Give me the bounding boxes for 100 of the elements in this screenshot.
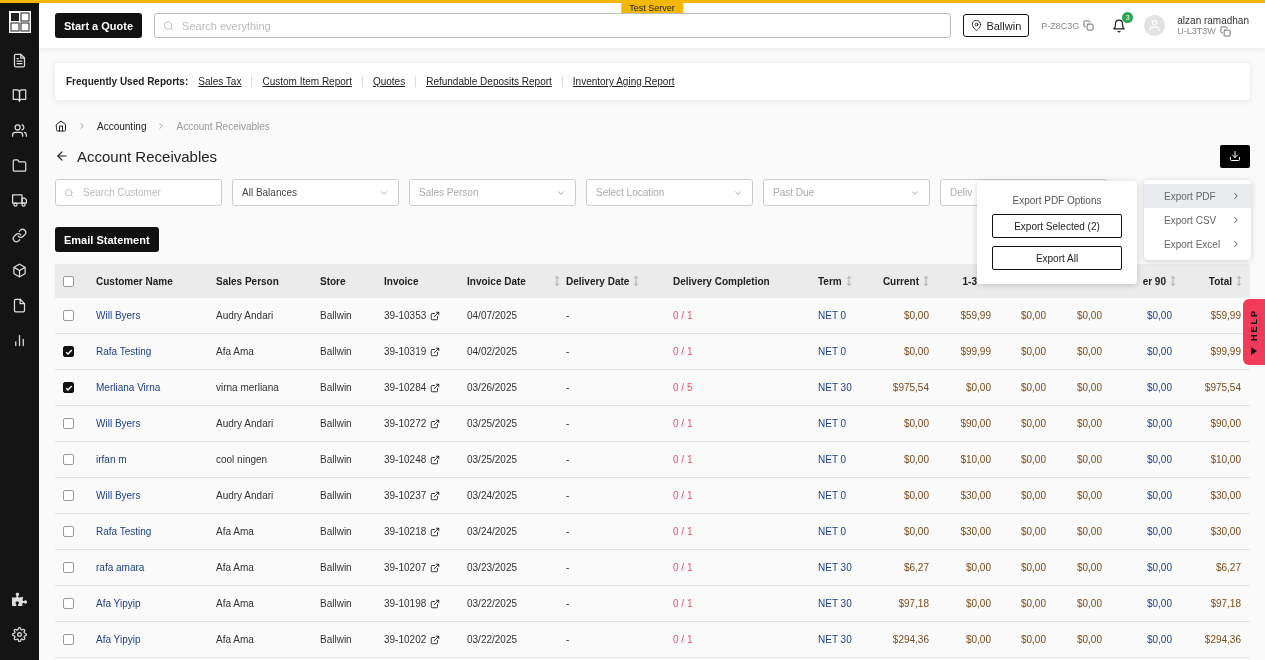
customer-link[interactable]: Will Byers xyxy=(96,418,141,429)
box-icon[interactable] xyxy=(12,263,27,278)
export-menu-item[interactable]: Export Excel xyxy=(1144,232,1251,256)
checkbox[interactable] xyxy=(63,454,74,465)
delivery-completion: 0 / 1 xyxy=(673,562,693,573)
puzzle-icon[interactable] xyxy=(12,592,27,607)
report-link[interactable]: Refundable Deposits Report xyxy=(426,76,563,87)
amount: $0,00 xyxy=(1020,562,1046,573)
chevron-icon xyxy=(77,121,87,131)
delivery-date: - xyxy=(566,562,570,573)
home-icon[interactable] xyxy=(55,120,67,132)
back-arrow-icon[interactable] xyxy=(55,149,69,163)
amount: $0,00 xyxy=(1020,418,1046,429)
external-link-icon[interactable] xyxy=(430,526,441,537)
term: NET 30 xyxy=(818,598,852,609)
delivery-completion: 0 / 1 xyxy=(673,598,693,609)
settings-icon[interactable] xyxy=(12,627,27,642)
amount: $30,00 xyxy=(960,490,991,501)
reports-label: Frequently Used Reports: xyxy=(66,76,189,87)
logo-icon[interactable] xyxy=(8,11,31,33)
checkbox[interactable] xyxy=(63,634,74,645)
customer-link[interactable]: Will Byers xyxy=(96,490,141,501)
filter-dropdown[interactable]: All Balances xyxy=(232,179,399,206)
invoice-icon[interactable] xyxy=(12,53,27,68)
people-icon[interactable] xyxy=(12,123,27,138)
external-link-icon[interactable] xyxy=(430,346,441,357)
amount: $0,00 xyxy=(965,634,991,645)
store-name: Ballwin xyxy=(320,634,352,645)
link-icon[interactable] xyxy=(12,228,27,243)
term: NET 0 xyxy=(818,454,847,465)
pin-icon xyxy=(971,20,983,31)
export-button[interactable]: Export Selected (2) xyxy=(992,214,1122,238)
start-quote-button[interactable]: Start a Quote xyxy=(55,13,143,38)
external-link-icon[interactable] xyxy=(430,382,441,393)
checkbox[interactable] xyxy=(63,598,74,609)
external-link-icon[interactable] xyxy=(430,418,441,429)
document-icon[interactable] xyxy=(12,298,27,313)
triangle-icon xyxy=(1250,346,1258,355)
report-link[interactable]: Custom Item Report xyxy=(262,76,363,87)
external-link-icon[interactable] xyxy=(430,310,441,321)
customer-link[interactable]: Afa Yipyip xyxy=(96,634,141,645)
amount: $6,27 xyxy=(903,562,929,573)
store-name: Ballwin xyxy=(320,454,352,465)
amount: $90,00 xyxy=(1210,418,1241,429)
customer-link[interactable]: Rafa Testing xyxy=(96,526,152,537)
export-button[interactable]: Export All xyxy=(992,246,1122,270)
folder-icon[interactable] xyxy=(12,158,27,173)
email-statement-button[interactable]: Email Statement xyxy=(55,227,159,252)
checkbox[interactable] xyxy=(63,382,74,393)
bell-icon[interactable] xyxy=(1112,18,1127,33)
customer-link[interactable]: Afa Yipyip xyxy=(96,598,141,609)
copy-icon[interactable] xyxy=(1083,20,1095,31)
sales-person: Afa Ama xyxy=(216,598,254,609)
amount: $975,54 xyxy=(1204,382,1241,393)
external-link-icon[interactable] xyxy=(430,490,441,501)
checkbox[interactable] xyxy=(63,562,74,573)
amount: $0,00 xyxy=(1076,598,1102,609)
location-button[interactable]: Ballwin xyxy=(963,14,1030,37)
external-link-icon[interactable] xyxy=(430,598,441,609)
term: NET 30 xyxy=(818,562,852,573)
search-customer-field[interactable]: Search Customer xyxy=(55,179,222,206)
customer-link[interactable]: irfan m xyxy=(96,454,127,465)
store-name: Ballwin xyxy=(320,526,352,537)
amount: $0,00 xyxy=(1076,490,1102,501)
download-button[interactable] xyxy=(1220,144,1250,168)
customer-link[interactable]: rafa amara xyxy=(96,562,145,573)
checkbox[interactable] xyxy=(63,310,74,321)
report-link[interactable]: Sales Tax xyxy=(198,76,253,87)
help-tab[interactable]: HELP xyxy=(1243,299,1265,365)
checkbox[interactable] xyxy=(63,346,74,357)
export-menu-item[interactable]: Export CSV xyxy=(1144,208,1251,232)
amount: $0,00 xyxy=(965,562,991,573)
book-icon[interactable] xyxy=(12,88,27,103)
report-link[interactable]: Quotes xyxy=(372,76,417,87)
checkbox[interactable] xyxy=(63,526,74,537)
external-link-icon[interactable] xyxy=(430,562,441,573)
amount: $30,00 xyxy=(1210,526,1241,537)
term: NET 0 xyxy=(818,490,847,501)
checkbox[interactable] xyxy=(63,418,74,429)
checkbox[interactable] xyxy=(63,275,74,287)
amount: $294,36 xyxy=(892,634,929,645)
copy-icon[interactable] xyxy=(1219,25,1231,37)
report-link[interactable]: Inventory Aging Report xyxy=(572,76,685,87)
truck-icon[interactable] xyxy=(12,193,27,208)
invoice-date: 03/22/2025 xyxy=(467,598,518,609)
checkbox[interactable] xyxy=(63,490,74,501)
profile-code: P-Z8C3G xyxy=(1041,20,1080,31)
customer-link[interactable]: Merliana Virna xyxy=(96,382,161,393)
chart-icon[interactable] xyxy=(12,333,27,348)
page-title: Account Receivables xyxy=(77,147,218,165)
search-field[interactable]: Search everything xyxy=(154,13,952,38)
customer-link[interactable]: Rafa Testing xyxy=(96,346,152,357)
delivery-date: - xyxy=(566,418,570,429)
external-link-icon[interactable] xyxy=(430,454,441,465)
export-menu-item[interactable]: Export PDF xyxy=(1144,184,1251,208)
store-name: Ballwin xyxy=(320,562,352,573)
invoice-date: 03/26/2025 xyxy=(467,382,518,393)
breadcrumb-link[interactable]: Accounting xyxy=(97,120,147,132)
customer-link[interactable]: Will Byers xyxy=(96,310,141,321)
external-link-icon[interactable] xyxy=(430,634,441,645)
